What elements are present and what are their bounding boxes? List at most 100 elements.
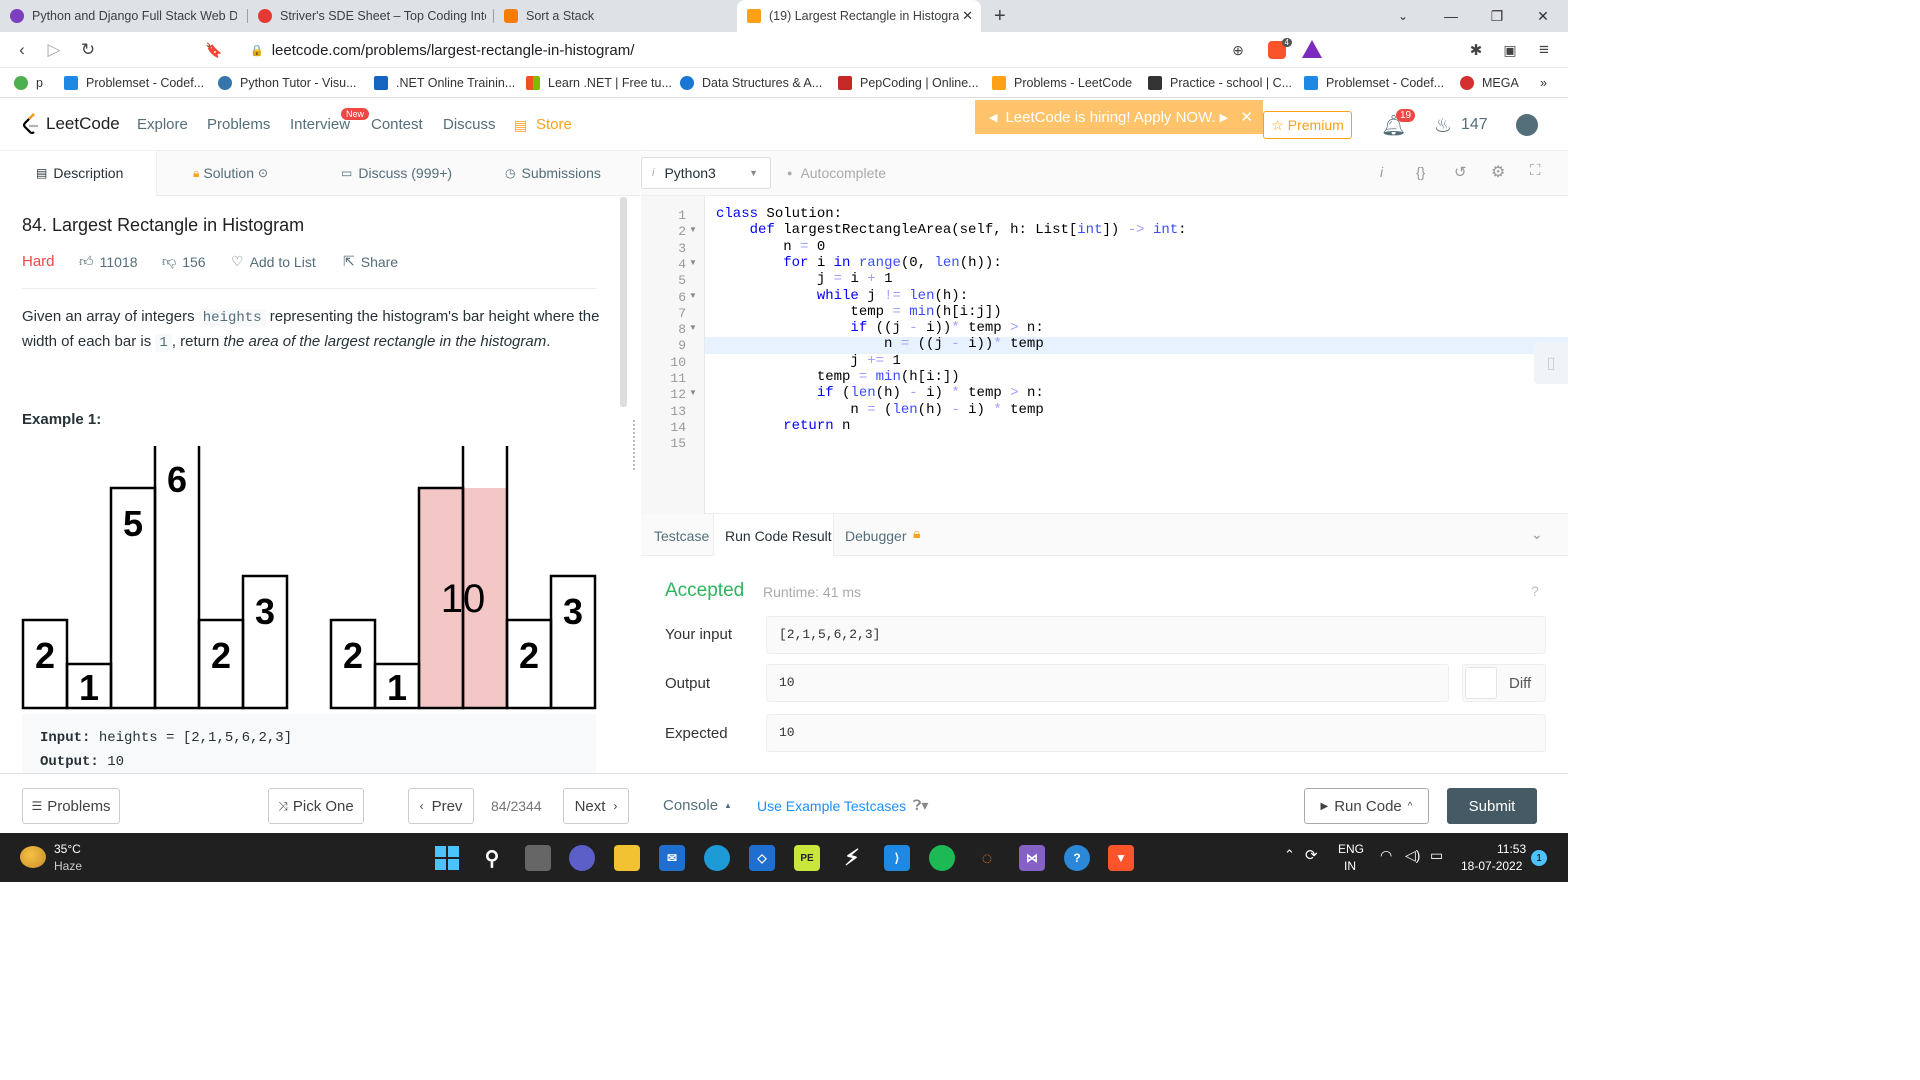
close-banner-icon[interactable]: ✕ xyxy=(1240,108,1253,126)
clock-date[interactable]: 18-07-2022 xyxy=(1461,859,1522,873)
jupyter-icon[interactable]: ◌ xyxy=(974,845,1000,871)
autocomplete-toggle[interactable]: ● Autocomplete xyxy=(787,165,886,181)
bookmark-item[interactable]: PepCoding | Online... xyxy=(838,74,979,92)
tray-chevron-icon[interactable]: ⌃ xyxy=(1284,847,1295,863)
chat-icon[interactable] xyxy=(569,845,595,871)
bookmark-item[interactable]: Problems - LeetCode xyxy=(992,74,1132,92)
reload-button[interactable]: ↻ xyxy=(76,38,100,62)
fold-caret-icon[interactable]: ▼ xyxy=(689,258,697,267)
hiring-banner[interactable]: ◀ LeetCode is hiring! Apply NOW. ▶ ✕ xyxy=(975,100,1263,134)
wifi-icon[interactable]: ◠ xyxy=(1380,847,1392,864)
diff-toggle[interactable]: Diff xyxy=(1462,664,1546,702)
use-example-testcases-link[interactable]: Use Example Testcases xyxy=(757,798,906,814)
tab-submissions[interactable]: ◷ Submissions xyxy=(505,165,601,181)
restore-button[interactable]: ❐ xyxy=(1474,0,1520,32)
browser-tab[interactable]: Striver's SDE Sheet – Top Coding Inter xyxy=(248,0,492,32)
vscode-icon[interactable]: ⟩ xyxy=(884,845,910,871)
menu-icon[interactable]: ≡ xyxy=(1532,38,1556,62)
bookmark-item[interactable]: MEGA xyxy=(1460,74,1519,92)
windows-start-icon[interactable] xyxy=(434,845,460,871)
like-button[interactable]: 👍︎ 11018 xyxy=(79,253,138,270)
edge-icon[interactable] xyxy=(704,845,730,871)
language-region[interactable]: IN xyxy=(1344,859,1356,873)
share-button[interactable]: ⇱ Share xyxy=(343,253,398,270)
info-icon[interactable]: i xyxy=(1380,164,1383,180)
fold-caret-icon[interactable]: ▼ xyxy=(689,225,697,234)
nav-problems[interactable]: Problems xyxy=(207,116,270,133)
spotify-icon[interactable] xyxy=(929,845,955,871)
tab-solution[interactable]: 🔒︎ Solution ⊙ xyxy=(193,165,268,181)
sync-icon[interactable]: ⟳ xyxy=(1305,846,1318,864)
bookmark-item[interactable]: .NET Online Trainin... xyxy=(374,74,515,92)
nav-interview[interactable]: Interview xyxy=(290,116,350,133)
url-field[interactable]: 🔒 leetcode.com/problems/largest-rectangl… xyxy=(238,36,1258,64)
extensions-icon[interactable]: ✱ xyxy=(1464,38,1488,62)
close-window-button[interactable]: ✕ xyxy=(1520,0,1566,32)
problems-button[interactable]: ☰ Problems xyxy=(22,788,120,824)
code-editor[interactable]: 1 2 ▼ 3 4 ▼ 5 6 ▼ 7 8 ▼ 9 10 11 12 ▼ 13 14 15 class Solutio… xyxy=(641,196,1568,514)
help-dropdown-icon[interactable]: ❓︎▾ xyxy=(913,797,928,814)
settings-icon[interactable]: ⚙ xyxy=(1491,162,1505,182)
search-icon[interactable]: ⚲ xyxy=(479,845,505,871)
mail-icon[interactable]: ✉ xyxy=(659,845,685,871)
help-icon[interactable]: ? xyxy=(1531,583,1539,599)
tab-run-code-result[interactable]: Run Code Result xyxy=(725,528,832,544)
console-toggle[interactable]: Console ▲ xyxy=(663,797,732,814)
tab-testcase[interactable]: Testcase xyxy=(654,528,709,544)
bookmark-icon[interactable]: 🔖 xyxy=(202,38,226,62)
premium-button[interactable]: ☆ Premium xyxy=(1263,111,1352,139)
brave-rewards-icon[interactable] xyxy=(1302,40,1322,58)
browser-tab[interactable]: Sort a Stack xyxy=(494,0,734,32)
prev-button[interactable]: ‹ Prev xyxy=(408,788,474,824)
next-button[interactable]: Next › xyxy=(563,788,629,824)
nav-store[interactable]: Store xyxy=(536,116,572,133)
leetcode-logo[interactable]: LeetCode xyxy=(22,113,120,135)
run-code-button[interactable]: ▶ Run Code ^ xyxy=(1304,788,1429,824)
fold-caret-icon[interactable]: ▼ xyxy=(689,388,697,397)
submit-button[interactable]: Submit xyxy=(1447,788,1537,824)
pycharm-icon[interactable]: PE xyxy=(794,845,820,871)
more-bookmarks-icon[interactable]: » xyxy=(1540,74,1547,92)
pick-one-button[interactable]: ⤨ Pick One xyxy=(268,788,364,824)
problem-scrollbar[interactable] xyxy=(620,197,627,407)
browser-tab[interactable]: Python and Django Full Stack Web De xyxy=(0,0,246,32)
tab-debugger[interactable]: Debugger xyxy=(845,528,907,544)
new-tab-button[interactable]: + xyxy=(994,5,1006,28)
back-button[interactable]: ‹ xyxy=(10,38,34,62)
clock-time[interactable]: 11:53 xyxy=(1497,842,1526,856)
dropbox-icon[interactable]: ◇ xyxy=(749,845,775,871)
minimize-button[interactable]: — xyxy=(1428,0,1474,32)
notification-badge[interactable]: 1 xyxy=(1531,850,1547,866)
battery-icon[interactable]: ▭ xyxy=(1430,847,1443,864)
bookmark-item[interactable]: p xyxy=(14,74,43,92)
terminal-icon[interactable]: ⚡︎ xyxy=(839,845,865,871)
avatar[interactable] xyxy=(1516,114,1538,136)
braces-icon[interactable]: {} xyxy=(1416,164,1425,180)
fold-caret-icon[interactable]: ▼ xyxy=(689,291,697,300)
wallet-icon[interactable]: ▣ xyxy=(1498,38,1522,62)
help-app-icon[interactable]: ? xyxy=(1064,845,1090,871)
bookmark-item[interactable]: Data Structures & A... xyxy=(680,74,822,92)
brave-shield-icon[interactable]: 4 xyxy=(1268,38,1292,59)
fullscreen-icon[interactable]: ⛶ xyxy=(1530,162,1541,179)
nav-explore[interactable]: Explore xyxy=(137,116,188,133)
fold-caret-icon[interactable]: ▼ xyxy=(689,323,697,332)
task-view-icon[interactable] xyxy=(525,845,551,871)
close-tab-icon[interactable]: ✕ xyxy=(962,8,973,24)
tab-description[interactable]: ▤ Description xyxy=(36,165,123,181)
dislike-button[interactable]: 👎︎ 156 xyxy=(162,253,206,270)
tab-search-chevron-icon[interactable]: ⌄ xyxy=(1380,0,1426,32)
language-code[interactable]: ENG xyxy=(1338,842,1364,856)
language-select[interactable]: i Python3 ▼ xyxy=(641,157,771,189)
volume-icon[interactable]: ◁) xyxy=(1405,847,1420,864)
bookmark-item[interactable]: Practice - school | C... xyxy=(1148,74,1292,92)
nav-discuss[interactable]: Discuss xyxy=(443,116,496,133)
add-to-list-button[interactable]: ♡ Add to List xyxy=(231,253,316,270)
resize-handle[interactable] xyxy=(633,420,636,470)
bookmark-item[interactable]: Problemset - Codef... xyxy=(1304,74,1444,92)
collapse-chevron-icon[interactable]: ⌄ xyxy=(1531,526,1543,543)
bookmark-item[interactable]: Learn .NET | Free tu... xyxy=(526,74,672,92)
bookmark-item[interactable]: Python Tutor - Visu... xyxy=(218,74,357,92)
visual-studio-icon[interactable]: ⋈ xyxy=(1019,845,1045,871)
nav-contest[interactable]: Contest xyxy=(371,116,423,133)
